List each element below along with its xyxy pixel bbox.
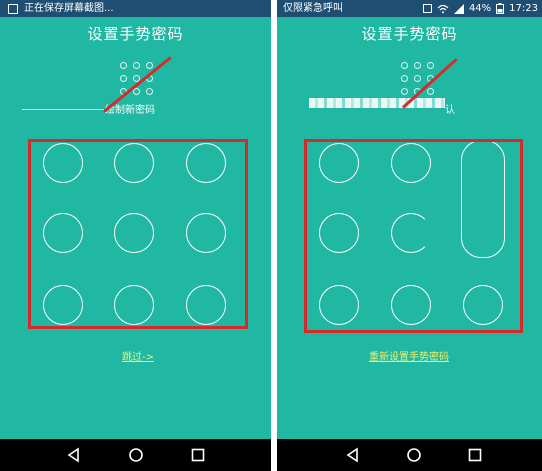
annotation-box bbox=[304, 139, 523, 333]
home-circle-icon[interactable] bbox=[406, 447, 422, 463]
recent-square-icon[interactable] bbox=[190, 447, 206, 463]
annotation-box bbox=[28, 139, 248, 329]
recent-square-icon[interactable] bbox=[467, 447, 483, 463]
navigation-bar bbox=[277, 439, 542, 471]
phone-screen-left: 正在保存屏幕截图... 设置手势密码 绘制新密码 跳过-> bbox=[0, 0, 271, 471]
skip-link[interactable]: 跳过-> bbox=[122, 348, 154, 363]
back-triangle-icon[interactable] bbox=[345, 447, 361, 463]
home-circle-icon[interactable] bbox=[128, 447, 144, 463]
phone-screen-right: 仅限紧急呼叫 44% 17:23 设置手势密码 认 重新设置手势密码 bbox=[277, 0, 542, 471]
reset-pattern-link[interactable]: 重新设置手势密码 bbox=[369, 348, 449, 363]
back-triangle-icon[interactable] bbox=[66, 447, 82, 463]
navigation-bar bbox=[0, 439, 271, 471]
